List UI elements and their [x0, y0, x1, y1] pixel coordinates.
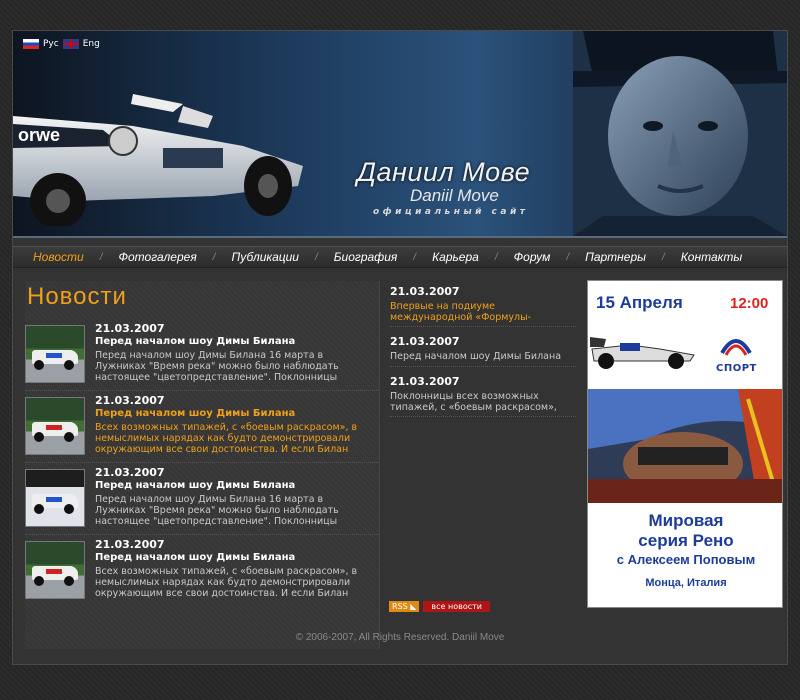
banner-channel-name: СПОРТ	[716, 363, 757, 374]
lang-en-link[interactable]: Eng	[83, 39, 100, 49]
all-news-button[interactable]: все новости	[423, 601, 490, 612]
russian-flag-icon[interactable]	[23, 39, 39, 49]
header-banner: Рус Eng orwe ››› Даниил Мове Daniil Mo	[13, 31, 787, 238]
latest-news-text[interactable]: Поклонницы всех возможных типажей, с «бо…	[390, 391, 576, 413]
news-excerpt: Перед началом шоу Димы Билана 16 марта в…	[95, 350, 339, 383]
driver-name-ru: Даниил Мове	[357, 157, 531, 187]
lang-ru-link[interactable]: Рус	[43, 39, 59, 49]
nav-item-photogallery[interactable]: Фотогалерея	[102, 250, 212, 264]
news-thumbnail[interactable]	[25, 541, 85, 599]
news-list-item[interactable]: 21.03.2007 Перед началом шоу Димы Билана…	[25, 537, 379, 607]
news-section-title: Новости	[27, 283, 127, 310]
main-nav: Новости / Фотогалерея / Публикации / Био…	[13, 246, 787, 268]
banner-top: 15 Апреля 12:00 СПОРТ	[588, 281, 782, 389]
nav-item-forum[interactable]: Форум	[498, 250, 567, 264]
driver-name-en: Daniil Move	[410, 186, 499, 205]
nav-item-career[interactable]: Карьера	[416, 250, 495, 264]
news-excerpt: Перед началом шоу Димы Билана 16 марта в…	[95, 494, 339, 527]
language-switcher: Рус Eng	[23, 39, 100, 49]
banner-line-1: Мировая	[648, 511, 724, 530]
news-excerpt: Всех возможных типажей, с «боевым раскра…	[95, 422, 358, 455]
news-list-item[interactable]: 21.03.2007 Перед началом шоу Димы Билана…	[25, 321, 379, 391]
latest-news-text[interactable]: Впервые на подиуме международной «Формул…	[390, 301, 576, 323]
latest-news-date: 21.03.2007	[390, 285, 460, 298]
news-thumbnail[interactable]	[25, 469, 85, 527]
site-subtitle: официальный сайт	[373, 207, 529, 217]
banner-car-image	[590, 337, 695, 369]
english-flag-icon[interactable]	[62, 39, 79, 49]
news-date: 21.03.2007	[95, 538, 165, 551]
news-list-item[interactable]: 21.03.2007 Перед началом шоу Димы Билана…	[25, 393, 379, 463]
latest-news-text[interactable]: Перед началом шоу Димы Билана	[390, 351, 576, 362]
news-thumbnail[interactable]	[25, 397, 85, 455]
banner-bottom: Мировая серия Рено с Алексеем Поповым Мо…	[588, 503, 782, 607]
svg-text:orwe: orwe	[18, 125, 60, 145]
latest-news-item[interactable]: 21.03.2007 Поклонницы всех возможных тип…	[390, 375, 576, 417]
footer-copyright: © 2006-2007, All Rights Reserved. Daniil…	[295, 632, 505, 643]
nav-item-biography[interactable]: Биография	[318, 250, 414, 264]
news-date: 21.03.2007	[95, 322, 165, 335]
banner-time: 12:00	[730, 295, 769, 312]
banner-line-3: с Алексеем Поповым	[616, 552, 756, 567]
news-thumbnail[interactable]	[25, 325, 85, 383]
nav-item-news[interactable]: Новости	[13, 250, 100, 264]
driver-portrait-image	[573, 31, 787, 236]
banner-location: Монца, Италия	[645, 577, 727, 589]
news-list-item[interactable]: 21.03.2007 Перед началом шоу Димы Билана…	[25, 465, 379, 535]
banner-driver-helmet-image	[588, 389, 782, 503]
latest-news-item[interactable]: 21.03.2007 Впервые на подиуме международ…	[390, 285, 576, 327]
sport-channel-logo-icon	[720, 339, 752, 356]
news-headline[interactable]: Перед началом шоу Димы Билана	[95, 552, 295, 563]
latest-news-date: 21.03.2007	[390, 375, 460, 388]
nav-item-contacts[interactable]: Контакты	[665, 250, 759, 264]
rss-icon: ◣	[410, 602, 417, 611]
rss-links: RSS ◣ все новости	[389, 601, 490, 612]
latest-news-item[interactable]: 21.03.2007 Перед началом шоу Димы Билана	[390, 335, 576, 367]
rss-feed-button[interactable]: RSS ◣	[389, 601, 420, 612]
banner-line-2: серия Рено	[638, 531, 734, 550]
news-headline[interactable]: Перед началом шоу Димы Билана	[95, 408, 295, 419]
nav-item-partners[interactable]: Партнеры	[569, 250, 662, 264]
latest-news-column: 21.03.2007 Впервые на подиуме международ…	[379, 281, 579, 649]
news-date: 21.03.2007	[95, 394, 165, 407]
latest-news-date: 21.03.2007	[390, 335, 460, 348]
news-date: 21.03.2007	[95, 466, 165, 479]
race-car-image: orwe	[13, 94, 303, 226]
news-headline[interactable]: Перед началом шоу Димы Билана	[95, 480, 295, 491]
news-excerpt: Всех возможных типажей, с «боевым раскра…	[95, 566, 358, 599]
news-headline[interactable]: Перед началом шоу Димы Билана	[95, 336, 295, 347]
tv-promo-banner[interactable]: 15 Апреля 12:00 СПОРТ Мировая серия Рено…	[587, 280, 783, 608]
nav-item-publications[interactable]: Публикации	[216, 250, 315, 264]
banner-date: 15 Апреля	[596, 293, 683, 312]
news-panel: Новости 21.03.2007 Перед началом шоу Дим…	[25, 281, 379, 649]
page-frame: Рус Eng orwe ››› Даниил Мове Daniil Mo	[12, 30, 788, 665]
